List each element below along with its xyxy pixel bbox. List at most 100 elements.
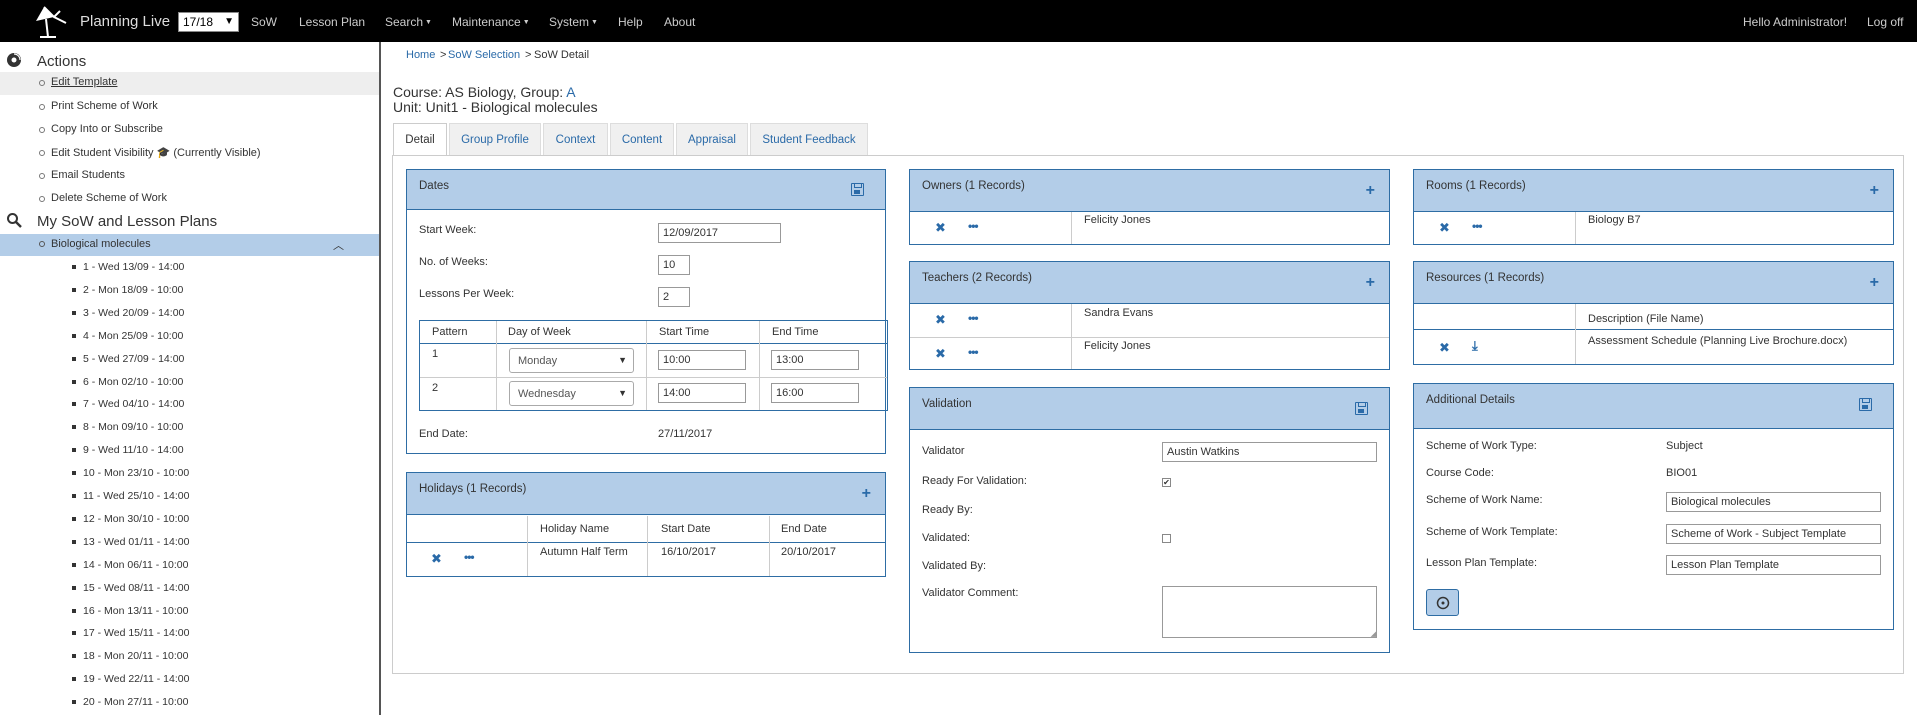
end-time-input[interactable]: 13:00 [771,350,859,370]
lesson-item[interactable]: 15 - Wed 08/11 - 14:00 [0,577,379,600]
delete-icon[interactable]: ✖ [431,551,442,567]
lesson-item[interactable]: 20 - Mon 27/11 - 10:00 [0,691,379,714]
lesson-item[interactable]: 11 - Wed 25/10 - 14:00 [0,485,379,508]
weeks-input[interactable]: 10 [658,255,690,275]
plus-icon[interactable]: + [1366,183,1375,199]
ready-checkbox[interactable]: ✔ [1162,478,1171,487]
action-edit-visibility[interactable]: Edit Student Visibility 🎓 (Currently Vis… [0,142,379,165]
plus-icon[interactable]: + [1366,275,1375,291]
action-email-students[interactable]: Email Students [0,165,379,188]
more-icon[interactable]: ••• [968,345,979,359]
delete-icon[interactable]: ✖ [1439,220,1450,236]
lesson-item[interactable]: 16 - Mon 13/11 - 10:00 [0,600,379,623]
lesson-item[interactable]: 18 - Mon 20/11 - 10:00 [0,645,379,668]
save-icon[interactable] [1859,398,1872,411]
nav-lesson-plan[interactable]: Lesson Plan [299,15,365,29]
action-copy-into[interactable]: Copy Into or Subscribe [0,119,379,142]
lesson-item[interactable]: 19 - Wed 22/11 - 14:00 [0,668,379,691]
lesson-item[interactable]: 2 - Mon 18/09 - 10:00 [0,279,379,302]
user-greeting[interactable]: Hello Administrator! [1743,15,1847,29]
plus-icon[interactable]: + [1870,183,1879,199]
end-time-input[interactable]: 16:00 [771,383,859,403]
lesson-item[interactable]: 10 - Mon 23/10 - 10:00 [0,462,379,485]
sow-item-biological-molecules[interactable]: Biological molecules ︿ [0,234,379,256]
plus-icon[interactable]: + [1870,275,1879,291]
tab-detail[interactable]: Detail [393,123,447,158]
lesson-item[interactable]: 3 - Wed 20/09 - 14:00 [0,302,379,325]
start-time-input[interactable]: 14:00 [658,383,746,403]
action-delete-scheme[interactable]: Delete Scheme of Work [0,188,379,211]
lesson-item[interactable]: 14 - Mon 06/11 - 10:00 [0,554,379,577]
history-button[interactable] [1426,589,1459,616]
nav-system[interactable]: System ▼ [549,15,598,29]
owners-panel-header: Owners (1 Records) + [910,170,1389,212]
bullet-icon [39,127,45,133]
validated-checkbox[interactable] [1162,534,1171,543]
nav-help[interactable]: Help [618,15,643,29]
nav-sow[interactable]: SoW [251,15,277,29]
planning-live-logo-icon[interactable] [30,3,70,39]
delete-icon[interactable]: ✖ [935,220,946,236]
lessons-input[interactable]: 2 [658,287,690,307]
lesson-item[interactable]: 7 - Wed 04/10 - 14:00 [0,393,379,416]
logoff-link[interactable]: Log off [1867,15,1903,29]
sow-template-input[interactable]: Scheme of Work - Subject Template [1666,524,1881,544]
validator-comment-textarea[interactable] [1162,586,1377,638]
breadcrumb-separator: > [440,49,447,61]
tab-group-profile[interactable]: Group Profile [449,123,541,156]
lesson-item[interactable]: 8 - Mon 09/10 - 10:00 [0,416,379,439]
more-icon[interactable]: ••• [968,219,979,233]
validator-input[interactable]: Austin Watkins [1162,442,1377,462]
resources-panel-header: Resources (1 Records) + [1414,262,1893,304]
lesson-item[interactable]: 12 - Mon 30/10 - 10:00 [0,508,379,531]
lesson-item[interactable]: 4 - Mon 25/09 - 10:00 [0,325,379,348]
lesson-label: 7 - Wed 04/10 - 14:00 [83,398,185,411]
start-week-input[interactable]: 12/09/2017 [658,223,781,243]
action-print-scheme[interactable]: Print Scheme of Work [0,96,379,119]
breadcrumb-sow-selection[interactable]: SoW Selection [448,49,520,61]
action-label: Edit Student Visibility 🎓 (Currently Vis… [51,146,261,159]
lesson-item[interactable]: 6 - Mon 02/10 - 10:00 [0,371,379,394]
tab-appraisal[interactable]: Appraisal [676,123,748,156]
tab-context[interactable]: Context [543,123,608,156]
day-of-week-select[interactable]: Monday ▼ [509,348,634,373]
lesson-item[interactable]: 9 - Wed 11/10 - 14:00 [0,439,379,462]
sow-name-input[interactable]: Biological molecules [1666,492,1881,512]
save-icon[interactable] [851,183,864,196]
plus-icon[interactable]: + [862,486,871,502]
nav-about[interactable]: About [664,15,695,29]
resources-panel: Resources (1 Records) + Description (Fil… [1413,261,1894,365]
day-of-week-select[interactable]: Wednesday ▼ [509,381,634,406]
download-icon[interactable]: ⤓ [1472,338,1478,354]
action-edit-template[interactable]: Edit Template [0,72,379,95]
delete-icon[interactable]: ✖ [1439,340,1450,356]
rooms-panel-header: Rooms (1 Records) + [1414,170,1893,212]
sidebar: Actions Edit Template Print Scheme of Wo… [0,42,381,715]
more-icon[interactable]: ••• [1472,219,1483,233]
delete-icon[interactable]: ✖ [935,346,946,362]
start-time-input[interactable]: 10:00 [658,350,746,370]
lesson-item[interactable]: 13 - Wed 01/11 - 14:00 [0,531,379,554]
academic-year-select[interactable]: 17/18 ▼ [178,12,239,32]
lesson-item[interactable]: 17 - Wed 15/11 - 14:00 [0,622,379,645]
lp-template-label: Lesson Plan Template: [1426,557,1538,569]
lp-template-input[interactable]: Lesson Plan Template [1666,555,1881,575]
lesson-item[interactable]: 5 - Wed 27/09 - 14:00 [0,348,379,371]
tab-student-feedback[interactable]: Student Feedback [750,123,868,156]
brand-title[interactable]: Planning Live [80,13,170,30]
square-bullet-icon [72,356,76,361]
chevron-up-icon[interactable]: ︿ [333,237,344,253]
nav-search[interactable]: Search ▼ [385,15,432,29]
group-link[interactable]: A [566,84,575,100]
divider [496,321,497,410]
tab-content[interactable]: Content [610,123,674,156]
more-icon[interactable]: ••• [968,311,979,325]
sow-template-label: Scheme of Work Template: [1426,526,1558,538]
save-icon[interactable] [1355,402,1368,415]
lesson-item[interactable]: 1 - Wed 13/09 - 14:00 [0,256,379,279]
resources-title: Resources (1 Records) [1426,272,1545,284]
nav-maintenance[interactable]: Maintenance ▼ [452,15,530,29]
delete-icon[interactable]: ✖ [935,312,946,328]
breadcrumb-home[interactable]: Home [406,49,435,61]
more-icon[interactable]: ••• [464,550,475,564]
